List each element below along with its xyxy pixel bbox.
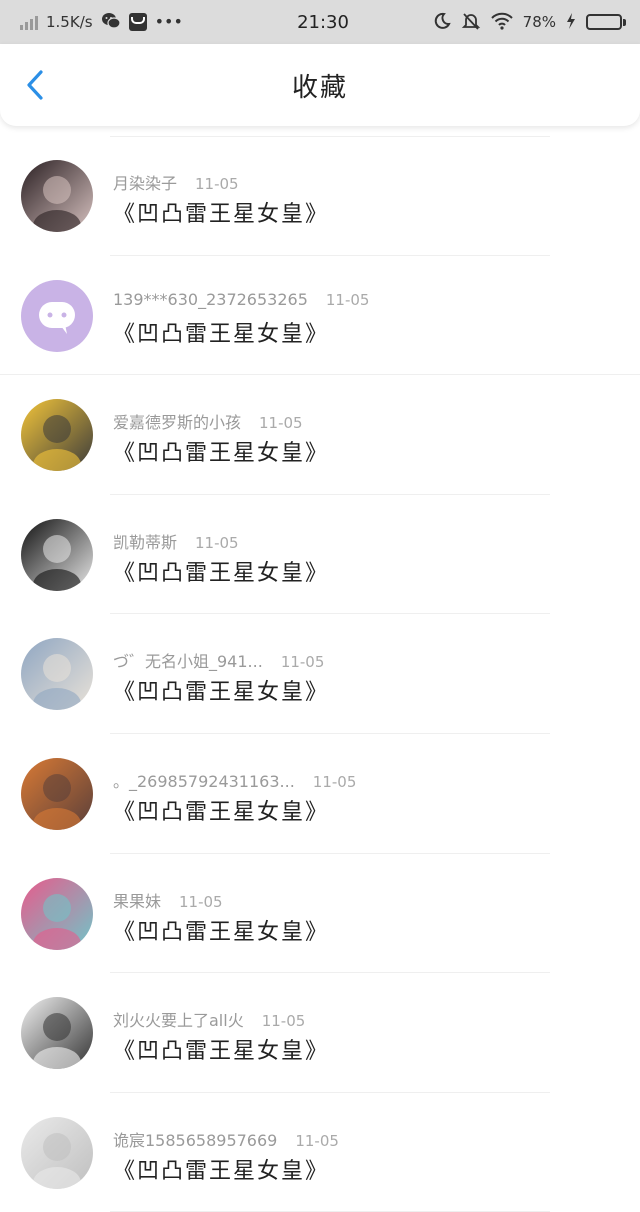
status-left: 1.5K/s ••• [20,12,260,33]
item-meta: 凯勒蒂斯 11-05 [113,529,239,553]
list-item[interactable]: 诡宸1585658957669 11-05 《凹凸雷王星女皇》 [0,1093,640,1212]
status-right: 78% [386,12,626,33]
item-content[interactable]: 《凹凸雷王星女皇》 [113,555,329,587]
item-content[interactable]: 《凹凸雷王星女皇》 [113,435,329,467]
charging-icon [566,12,576,32]
username[interactable]: 诡宸1585658957669 [113,1127,277,1151]
signal-icon [20,14,38,30]
list-item[interactable]: 139***630_2372653265 11-05 《凹凸雷王星女皇》 [0,256,640,376]
avatar[interactable] [21,160,93,232]
item-content[interactable]: 《凹凸雷王星女皇》 [113,914,329,946]
clock: 21:30 [297,11,349,33]
username[interactable]: 凯勒蒂斯 [113,529,177,553]
nav-bar: 收藏 [0,44,640,126]
item-date: 11-05 [195,533,239,552]
username[interactable]: 爱嘉德罗斯的小孩 [113,409,241,433]
item-content[interactable]: 《凹凸雷王星女皇》 [113,316,329,348]
item-content[interactable]: 《凹凸雷王星女皇》 [113,1033,329,1065]
item-meta: 诡宸1585658957669 11-05 [113,1127,339,1151]
more-dots-icon: ••• [154,12,183,31]
item-meta: 月染染子 11-05 [113,170,239,194]
item-date: 11-05 [280,653,325,672]
moon-icon [433,12,451,33]
avatar[interactable] [21,1116,93,1189]
item-date: 11-05 [261,1012,306,1031]
item-date: 11-05 [195,175,239,193]
username[interactable]: 果果妹 [113,888,161,912]
net-speed: 1.5K/s [46,13,93,31]
wechat-icon [101,12,121,33]
list-item[interactable]: 爱嘉德罗斯的小孩 11-05 《凹凸雷王星女皇》 [0,375,640,495]
item-date: 11-05 [325,290,370,309]
item-content[interactable]: 《凹凸雷王星女皇》 [113,1153,329,1185]
username[interactable]: 月染染子 [113,170,177,194]
avatar[interactable] [21,279,93,352]
avatar[interactable] [21,638,93,711]
username[interactable]: 139***630_2372653265 [113,290,308,309]
item-meta: 。_26985792431163... 11-05 [113,768,356,792]
item-meta: 139***630_2372653265 11-05 [113,290,369,309]
avatar[interactable] [21,757,93,830]
list-item[interactable]: 月染染子 11-05 《凹凸雷王星女皇》 [0,136,640,256]
item-date: 11-05 [259,414,303,433]
username[interactable]: 。_26985792431163... [113,768,295,792]
list-item[interactable]: 。_26985792431163... 11-05 《凹凸雷王星女皇》 [0,734,640,854]
avatar[interactable] [21,399,93,472]
avatar[interactable] [21,518,93,591]
wifi-icon [490,12,513,33]
item-content[interactable]: 《凹凸雷王星女皇》 [113,794,329,826]
item-meta: 果果妹 11-05 [113,888,223,912]
battery-percent: 78% [522,13,556,31]
chevron-left-icon [27,70,43,100]
list-item[interactable]: 果果妹 11-05 《凹凸雷王星女皇》 [0,854,640,974]
avatar[interactable] [21,997,93,1070]
list-item[interactable]: づ゛无名小姐_941... 11-05 《凹凸雷王星女皇》 [0,614,640,734]
page-title: 收藏 [291,72,348,103]
avatar[interactable] [21,877,93,950]
item-meta: 爱嘉德罗斯的小孩 11-05 [113,409,303,433]
username[interactable]: づ゛无名小姐_941... [113,648,263,672]
item-meta: づ゛无名小姐_941... 11-05 [113,648,324,672]
back-button[interactable] [18,68,52,102]
item-content[interactable]: 《凹凸雷王星女皇》 [113,196,329,228]
item-date: 11-05 [312,772,357,791]
alarm-off-icon [461,12,481,33]
item-date: 11-05 [179,892,223,911]
item-content[interactable]: 《凹凸雷王星女皇》 [113,674,329,706]
status-bar: 1.5K/s ••• 21:30 78% [0,0,640,44]
battery-icon [586,14,626,30]
item-date: 11-05 [295,1131,339,1150]
item-meta: 刘火火要上了all火 11-05 [113,1007,305,1031]
favorites-list: 月染染子 11-05 《凹凸雷王星女皇》 139***630_2372653265 11… [0,136,640,1212]
list-item[interactable]: 刘火火要上了all火 11-05 《凹凸雷王星女皇》 [0,973,640,1093]
mail-app-icon [128,13,147,31]
list-item[interactable]: 凯勒蒂斯 11-05 《凹凸雷王星女皇》 [0,495,640,615]
username[interactable]: 刘火火要上了all火 [113,1007,244,1031]
